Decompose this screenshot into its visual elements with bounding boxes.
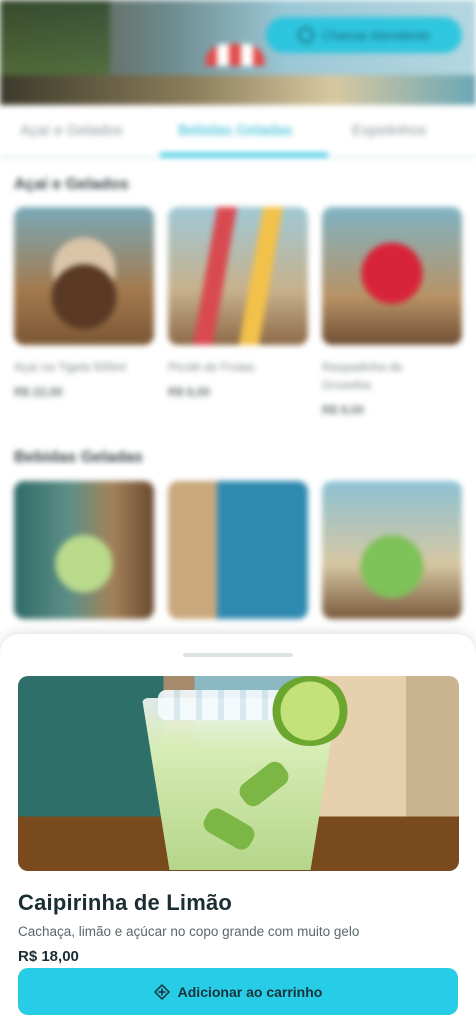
tab-acai[interactable]: Açaí e Gelados [20,122,123,139]
product-description: Cachaça, limão e açúcar no copo grande c… [18,924,360,939]
category-tabs: Açaí e Gelados Bebidas Geladas Espetinho… [0,108,476,158]
product-card-raspadinha-image[interactable] [322,207,462,345]
product-price: R$ 18,00 [18,948,79,965]
beach-umbrella [205,44,265,66]
section-title-bebidas: Bebidas Geladas [14,449,143,466]
product-card-price: R$ 8,00 [168,385,211,399]
product-image-caipirinha [18,676,459,871]
call-attendant-label: Chamar Atendente [321,27,431,43]
product-card-name: Raspadinha de Groselha [322,360,403,392]
call-attendant-button[interactable]: Chamar Atendente [266,17,462,53]
bell-icon [297,27,314,43]
product-card-name: Picolé de Frutas [168,360,255,374]
hero-banner: Chamar Atendente [0,0,476,105]
product-card-price: R$ 9,00 [322,403,365,417]
product-card-picole-image[interactable] [168,207,308,345]
product-card-caipirinha-image[interactable] [14,481,154,619]
add-to-cart-label: Adicionar ao carrinho [177,983,323,1000]
product-card-drink-image[interactable] [168,481,308,619]
plus-circle-icon [153,983,170,1000]
sheet-drag-handle[interactable] [183,653,293,657]
product-card-name: Açaí na Tigela 500ml [14,360,127,374]
add-to-cart-button[interactable]: Adicionar ao carrinho [18,968,458,1015]
tab-bebidas[interactable]: Bebidas Geladas [178,122,292,139]
product-card-price: R$ 22,00 [14,385,63,399]
tab-espetinhos[interactable]: Espetinhos [352,122,426,139]
section-title-acai: Açaí e Gelados [14,176,129,193]
active-tab-indicator [160,153,328,157]
product-title: Caipirinha de Limão [18,890,233,915]
product-card-coco-image[interactable] [322,481,462,619]
product-card-acai-image[interactable] [14,207,154,345]
product-detail-sheet: Caipirinha de Limão Cachaça, limão e açú… [0,634,476,1034]
